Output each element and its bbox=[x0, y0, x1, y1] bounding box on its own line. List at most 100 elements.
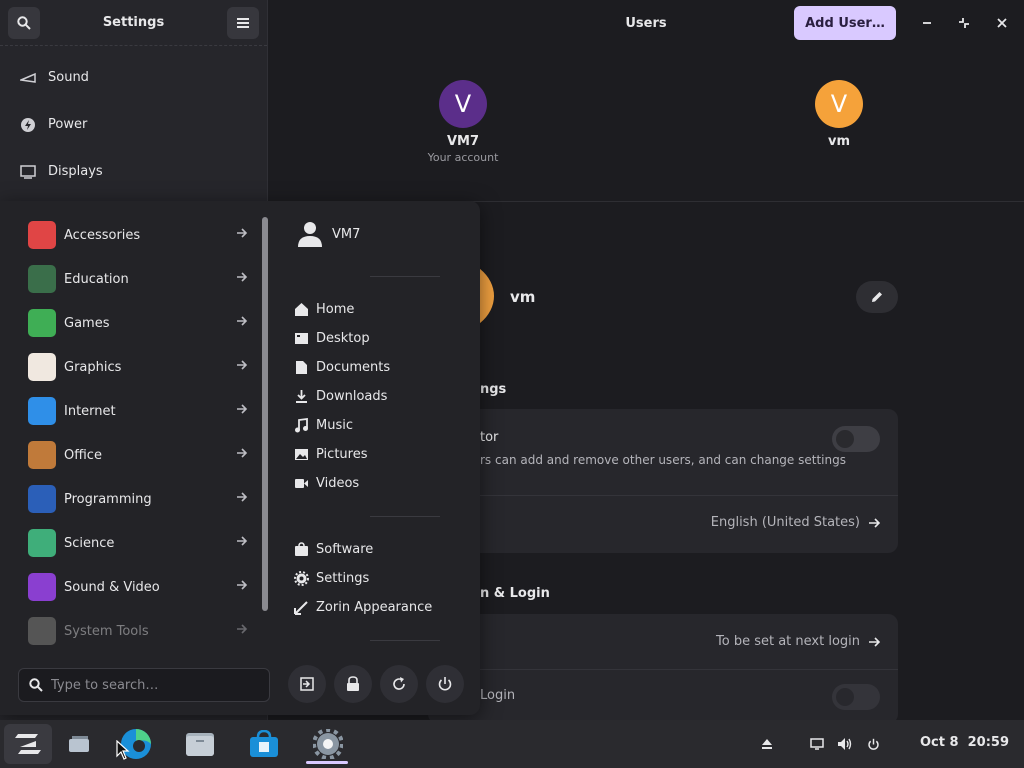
restore-button[interactable] bbox=[951, 10, 977, 36]
switch-knob bbox=[836, 688, 854, 706]
screen-indicator[interactable] bbox=[806, 724, 828, 764]
sidebar-item-sound[interactable]: Sound bbox=[0, 54, 267, 101]
add-user-button[interactable]: Add User… bbox=[794, 6, 896, 40]
language-value: English (United States) bbox=[711, 515, 880, 530]
divider bbox=[370, 516, 440, 517]
power-menu-indicator[interactable] bbox=[862, 724, 884, 764]
power-off-button[interactable] bbox=[426, 665, 464, 703]
user-subtitle: Your account bbox=[427, 151, 499, 164]
password-row[interactable]: To be set at next login bbox=[428, 614, 898, 670]
places-item[interactable]: Music bbox=[294, 414, 353, 436]
sidebar-title: Settings bbox=[102, 15, 165, 30]
places-item[interactable]: Documents bbox=[294, 356, 390, 378]
arrow-right-icon bbox=[237, 272, 248, 282]
settings-gear-icon bbox=[313, 729, 343, 759]
arrow-right-icon bbox=[237, 360, 248, 370]
password-value: To be set at next login bbox=[716, 634, 880, 649]
briefcase-icon bbox=[28, 441, 56, 469]
document-icon bbox=[296, 360, 307, 374]
software-store-icon bbox=[250, 730, 278, 757]
taskbar-settings[interactable] bbox=[300, 724, 356, 764]
category-label: Office bbox=[64, 447, 102, 463]
video-icon bbox=[295, 478, 308, 488]
places-item[interactable]: Videos bbox=[294, 472, 359, 494]
gamepad-icon bbox=[28, 309, 56, 337]
category-scrollbar[interactable] bbox=[262, 217, 268, 611]
volume-indicator[interactable] bbox=[834, 724, 856, 764]
search-button[interactable] bbox=[8, 6, 40, 39]
menu-search-input[interactable] bbox=[51, 677, 251, 693]
user-account-item[interactable]: VM7 bbox=[298, 221, 360, 247]
apps-label: Settings bbox=[316, 570, 370, 586]
places-label: Pictures bbox=[316, 446, 368, 462]
category-label: Sound & Video bbox=[64, 579, 160, 595]
category-item[interactable]: Games bbox=[0, 301, 262, 345]
power-bolt-icon bbox=[21, 117, 35, 132]
main-header: Users Add User… bbox=[268, 0, 1024, 46]
clock[interactable]: Oct 8 20:59 bbox=[920, 735, 1009, 750]
eject-button[interactable] bbox=[756, 724, 778, 764]
close-button[interactable] bbox=[989, 10, 1015, 36]
zorin-menu-button[interactable] bbox=[4, 724, 52, 764]
hamburger-menu-button[interactable] bbox=[227, 6, 259, 39]
apps-item[interactable]: Software bbox=[294, 538, 373, 560]
workspaces-button[interactable] bbox=[60, 724, 100, 764]
places-label: Documents bbox=[316, 359, 391, 375]
taskbar-software[interactable] bbox=[244, 724, 284, 764]
category-item[interactable]: Office bbox=[0, 433, 262, 477]
edit-name-button[interactable] bbox=[856, 281, 898, 313]
category-label: Programming bbox=[64, 491, 152, 507]
programming-icon bbox=[28, 485, 56, 513]
gear-icon bbox=[294, 570, 309, 586]
logout-button[interactable] bbox=[288, 665, 326, 703]
menu-search-box[interactable] bbox=[18, 668, 270, 702]
apps-label: Zorin Appearance bbox=[316, 599, 433, 615]
places-item[interactable]: Downloads bbox=[294, 385, 387, 407]
sidebar-item-power[interactable]: Power bbox=[0, 101, 267, 148]
places-item[interactable]: Home bbox=[294, 298, 354, 320]
flask-icon bbox=[28, 529, 56, 557]
automatic-login-switch[interactable] bbox=[832, 684, 880, 710]
education-icon bbox=[28, 265, 56, 293]
restart-button[interactable] bbox=[380, 665, 418, 703]
category-label: Games bbox=[64, 315, 110, 331]
minimize-button[interactable] bbox=[914, 10, 940, 36]
arrow-right-icon bbox=[869, 636, 880, 647]
authentication-card: To be set at next login Login bbox=[428, 614, 898, 724]
arrow-right-icon bbox=[237, 448, 248, 458]
user-card-vm[interactable]: V vm bbox=[779, 80, 899, 149]
logout-icon bbox=[300, 677, 314, 691]
places-item[interactable]: Pictures bbox=[294, 443, 367, 465]
avatar: V bbox=[439, 80, 487, 128]
places-item[interactable]: Desktop bbox=[294, 327, 370, 349]
accessories-icon bbox=[28, 221, 56, 249]
language-row[interactable]: English (United States) bbox=[428, 496, 898, 553]
category-item[interactable]: Graphics bbox=[0, 345, 262, 389]
software-bag-icon bbox=[295, 541, 308, 556]
user-card-vm7[interactable]: V VM7 Your account bbox=[403, 80, 523, 164]
category-item[interactable]: Science bbox=[0, 521, 262, 565]
category-item[interactable]: Internet bbox=[0, 389, 262, 433]
arrow-right-icon bbox=[237, 492, 248, 502]
lock-button[interactable] bbox=[334, 665, 372, 703]
category-item[interactable]: Programming bbox=[0, 477, 262, 521]
user-name: vm bbox=[827, 134, 851, 149]
taskbar-files[interactable] bbox=[180, 724, 220, 764]
lock-icon bbox=[347, 676, 359, 691]
category-item[interactable]: Accessories bbox=[0, 213, 262, 257]
apps-item[interactable]: Zorin Appearance bbox=[294, 596, 432, 618]
selected-user-name: vm bbox=[510, 288, 536, 306]
administrator-switch[interactable] bbox=[832, 426, 880, 452]
sidebar-item-label: Power bbox=[48, 117, 88, 132]
music-note-icon bbox=[295, 417, 308, 432]
sidebar-item-label: Displays bbox=[48, 164, 103, 179]
user-account-name: VM7 bbox=[332, 226, 361, 242]
category-item[interactable]: Sound & Video bbox=[0, 565, 262, 609]
search-icon bbox=[29, 678, 43, 692]
category-item[interactable]: System Tools bbox=[0, 609, 262, 653]
sidebar-item-displays[interactable]: Displays bbox=[0, 148, 267, 195]
category-item[interactable]: Education bbox=[0, 257, 262, 301]
apps-item[interactable]: Settings bbox=[294, 567, 369, 589]
download-icon bbox=[296, 389, 307, 403]
administrator-label: tor bbox=[480, 430, 499, 445]
